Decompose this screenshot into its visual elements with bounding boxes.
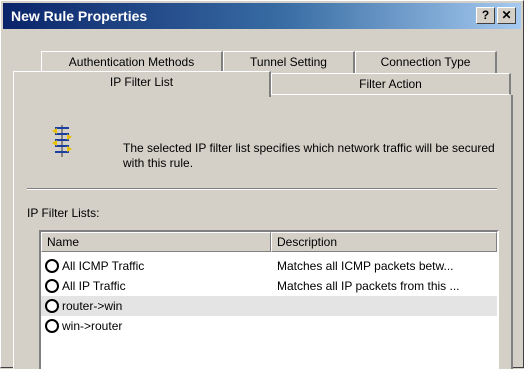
tab-ip-filter-list[interactable]: IP Filter List xyxy=(13,71,271,97)
title-bar[interactable]: New Rule Properties ? ✕ xyxy=(3,3,521,29)
column-header-name[interactable]: Name xyxy=(41,232,271,252)
radio-button[interactable] xyxy=(45,279,59,293)
tab-authentication-methods[interactable]: Authentication Methods xyxy=(41,51,223,73)
filter-name: All IP Traffic xyxy=(62,279,126,293)
dialog-window: New Rule Properties ? ✕ Authentication M… xyxy=(0,0,524,369)
close-icon: ✕ xyxy=(501,8,512,22)
tab-label: IP Filter List xyxy=(109,75,174,89)
radio-button[interactable] xyxy=(45,319,59,333)
ip-filter-list-icon xyxy=(52,125,72,157)
tab-label: Tunnel Setting xyxy=(250,55,327,69)
header-label: Description xyxy=(277,235,338,249)
label-text: IP Filter Lists: xyxy=(27,206,100,220)
ip-filter-list-view[interactable]: Name Description All ICMP Traffic Matche… xyxy=(39,230,499,369)
header-label: Name xyxy=(47,235,80,249)
tab-filter-action[interactable]: Filter Action xyxy=(271,73,511,95)
help-button[interactable]: ? xyxy=(476,7,495,24)
tab-label: Authentication Methods xyxy=(68,55,195,69)
rule-description-text: The selected IP filter list specifies wh… xyxy=(123,141,495,170)
separator xyxy=(27,188,497,190)
column-header-description[interactable]: Description xyxy=(271,232,497,252)
filter-description: Matches all ICMP packets betw... xyxy=(277,259,454,273)
list-item[interactable]: router->win xyxy=(41,296,497,316)
ip-filter-lists-label: IP Filter Lists: xyxy=(27,206,99,220)
tab-connection-type[interactable]: Connection Type xyxy=(355,51,497,73)
list-item[interactable]: All IP Traffic Matches all IP packets fr… xyxy=(41,276,497,296)
filter-description: Matches all IP packets from this ... xyxy=(277,279,460,293)
filter-name: All ICMP Traffic xyxy=(62,259,145,273)
radio-button[interactable] xyxy=(45,259,59,273)
radio-button[interactable] xyxy=(45,299,59,313)
filter-name: win->router xyxy=(62,319,123,333)
close-button[interactable]: ✕ xyxy=(497,7,516,24)
tab-tunnel-setting[interactable]: Tunnel Setting xyxy=(223,51,355,73)
tab-label: Connection Type xyxy=(380,55,471,69)
filter-name: router->win xyxy=(62,299,123,313)
tab-label: Filter Action xyxy=(359,77,422,91)
list-item[interactable]: All ICMP Traffic Matches all ICMP packet… xyxy=(41,256,497,276)
window-title: New Rule Properties xyxy=(11,8,148,24)
list-item[interactable]: win->router xyxy=(41,316,497,336)
help-icon: ? xyxy=(481,8,490,22)
